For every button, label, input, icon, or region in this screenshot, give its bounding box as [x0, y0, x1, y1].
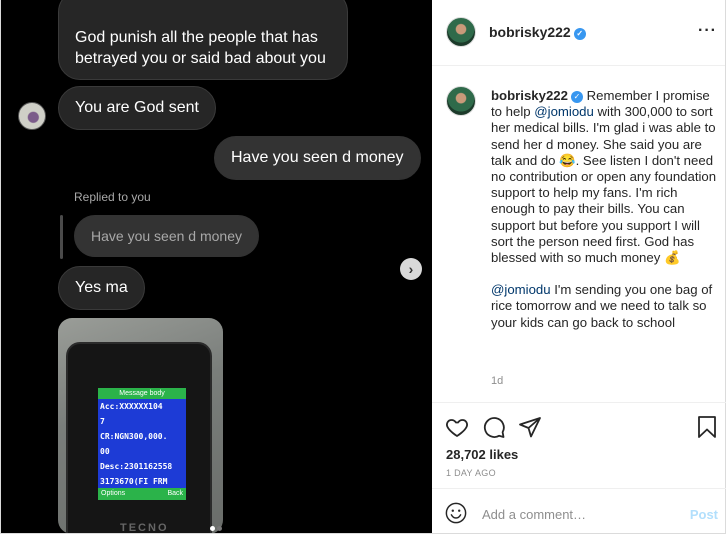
phone-photo: Message body Acc:XXXXXX104 7 CR:NGN300,0…: [58, 318, 223, 534]
phone-brand: TECNO: [120, 522, 169, 534]
screen-line: Acc:XXXXXX104: [100, 402, 163, 411]
emoji-icon[interactable]: [445, 502, 467, 524]
screen-softkeys: Options Back: [98, 488, 186, 500]
message-text: God punish all the people that has betra…: [75, 29, 326, 67]
carousel-dot-active: [210, 526, 215, 531]
post-header: bobrisky222 ✓ ···: [432, 0, 725, 66]
phone-screen: Message body Acc:XXXXXX104 7 CR:NGN300,0…: [98, 388, 186, 500]
reply-bar: [60, 215, 63, 259]
screen-line: 7: [100, 417, 105, 426]
screen-header: Message body: [98, 388, 186, 399]
comment-icon[interactable]: [482, 415, 506, 439]
caption-paragraph: @jomiodu I'm sending you one bag of rice…: [491, 282, 719, 331]
share-icon[interactable]: [518, 415, 542, 439]
verified-badge-icon: ✓: [573, 28, 586, 40]
post-media: God punish all the people that has betra…: [0, 0, 432, 534]
carousel-dot: [217, 526, 222, 531]
quoted-message: Have you seen d money: [74, 215, 259, 257]
message-bubble: Yes ma: [58, 266, 145, 310]
more-options-icon[interactable]: ···: [698, 22, 717, 40]
message-bubble: God punish all the people that has betra…: [58, 0, 348, 80]
comment-box: Add a comment… Post: [432, 488, 726, 534]
username-link[interactable]: bobrisky222 ✓: [489, 24, 586, 40]
heart-icon[interactable]: [445, 415, 469, 439]
softkey-options: Options: [101, 490, 126, 497]
post-sidebar: bobrisky222 ✓ ··· bobrisky222 ✓ Remember I…: [432, 0, 726, 534]
mention-link[interactable]: @jomiodu: [534, 104, 594, 119]
bookmark-icon[interactable]: [696, 415, 718, 439]
carousel-dots: [209, 518, 223, 533]
chevron-right-icon[interactable]: ›: [400, 258, 422, 280]
replied-label: Replied to you: [74, 190, 151, 204]
screen-line: CR:NGN300,000.: [100, 432, 168, 441]
likes-count[interactable]: 28,702 likes: [446, 447, 518, 462]
message-bubble-outgoing: Have you seen d money: [214, 136, 421, 180]
screen-line: 3173670(FI FRM: [100, 477, 168, 486]
mention-link[interactable]: @jomiodu: [491, 282, 551, 297]
action-bar: 28,702 likes 1 DAY AGO: [432, 402, 726, 488]
phone-device: Message body Acc:XXXXXX104 7 CR:NGN300,0…: [66, 342, 212, 534]
verified-badge-icon: ✓: [570, 91, 583, 103]
screen-line: 00: [100, 447, 110, 456]
avatar[interactable]: [446, 86, 476, 116]
caption-age: 1d: [491, 375, 504, 387]
caption-username[interactable]: bobrisky222: [491, 88, 568, 103]
screen-line: Desc:2301162558: [100, 462, 173, 471]
post-timestamp[interactable]: 1 DAY AGO: [446, 468, 496, 478]
post-button[interactable]: Post: [690, 507, 718, 522]
username-text: bobrisky222: [489, 24, 571, 40]
sender-avatar: [18, 102, 46, 130]
avatar[interactable]: [446, 17, 476, 47]
softkey-back: Back: [167, 490, 183, 497]
caption-part: with 300,000 to sort her medical bills. …: [491, 104, 717, 266]
message-bubble: You are God sent: [58, 86, 216, 130]
comment-input[interactable]: Add a comment…: [482, 507, 586, 522]
caption-text: bobrisky222 ✓ Remember I promise to help …: [491, 88, 719, 331]
